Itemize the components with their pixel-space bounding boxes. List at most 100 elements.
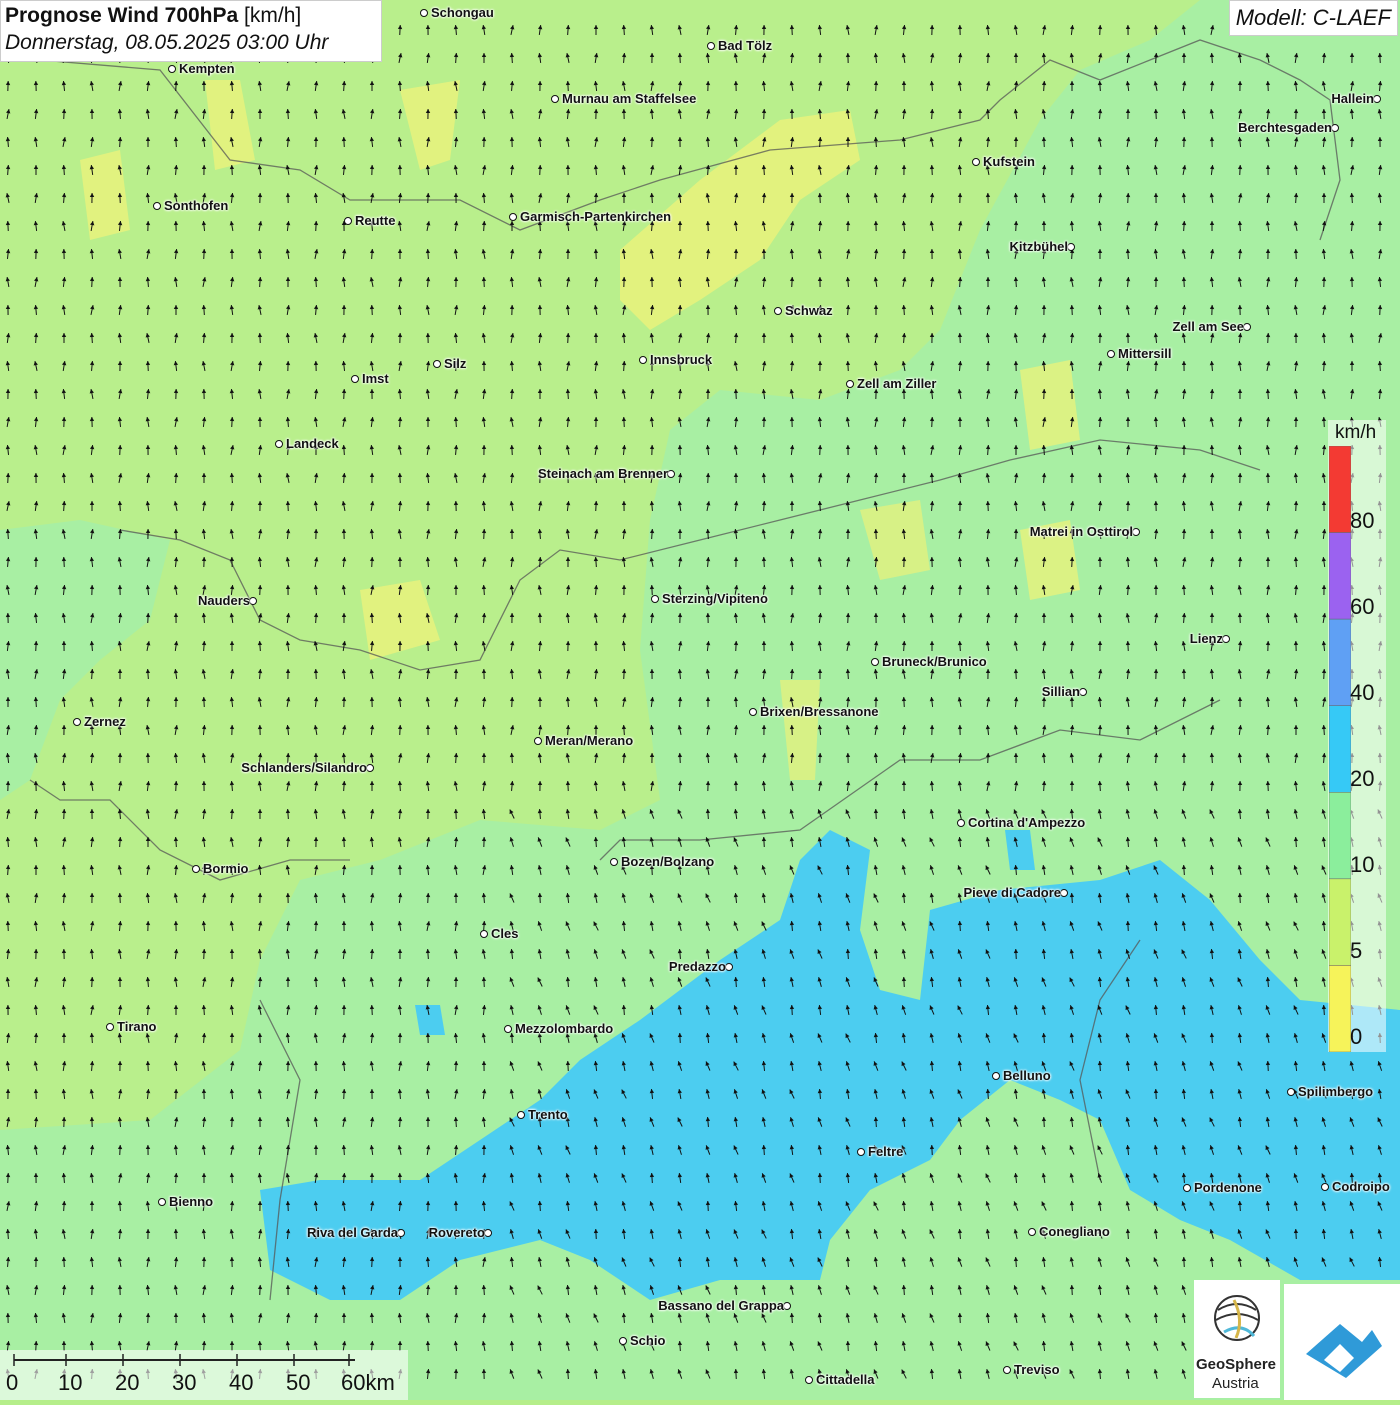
city-marker[interactable]	[344, 217, 352, 225]
city-label: Garmisch-Partenkirchen	[520, 209, 671, 224]
city-marker[interactable]	[1003, 1366, 1011, 1374]
city-marker[interactable]	[707, 42, 715, 50]
legend-swatch	[1329, 879, 1351, 966]
city-label: Nauders	[198, 593, 250, 608]
city-marker[interactable]	[1028, 1228, 1036, 1236]
city-label: Sillian	[1042, 684, 1080, 699]
city-label: Murnau am Staffelsee	[562, 91, 696, 106]
city-marker[interactable]	[249, 597, 257, 605]
city-marker[interactable]	[783, 1302, 791, 1310]
city-label: Pordenone	[1194, 1180, 1262, 1195]
city-marker[interactable]	[484, 1229, 492, 1237]
city-marker[interactable]	[73, 718, 81, 726]
legend-swatch	[1329, 619, 1351, 706]
city-label: Steinach am Brenner	[538, 466, 668, 481]
city-marker[interactable]	[397, 1229, 405, 1237]
city-marker[interactable]	[610, 858, 618, 866]
city-marker[interactable]	[1243, 323, 1251, 331]
city-marker[interactable]	[871, 658, 879, 666]
geosphere-logo-subtext: Austria	[1212, 1375, 1259, 1392]
city-label: Riva del Garda	[307, 1225, 398, 1240]
city-label: Cittadella	[816, 1372, 875, 1387]
city-label: Treviso	[1014, 1362, 1060, 1377]
city-label: Cortina d'Ampezzo	[968, 815, 1085, 830]
city-label: Schwaz	[785, 303, 833, 318]
legend-bar	[1329, 446, 1351, 1052]
city-marker[interactable]	[749, 708, 757, 716]
city-marker[interactable]	[192, 865, 200, 873]
city-marker[interactable]	[1222, 635, 1230, 643]
city-marker[interactable]	[846, 380, 854, 388]
city-marker[interactable]	[639, 356, 647, 364]
city-marker[interactable]	[725, 963, 733, 971]
city-marker[interactable]	[774, 307, 782, 315]
city-marker[interactable]	[1079, 688, 1087, 696]
city-label: Sterzing/Vipiteno	[662, 591, 768, 606]
city-marker[interactable]	[805, 1376, 813, 1384]
scale-label: 50	[286, 1370, 310, 1396]
city-label: Belluno	[1003, 1068, 1051, 1083]
app-cloud-icon	[1284, 1284, 1400, 1400]
legend-swatch	[1329, 706, 1351, 793]
city-marker[interactable]	[957, 819, 965, 827]
city-label: Kitzbühel	[1010, 239, 1069, 254]
city-label: Schio	[630, 1333, 665, 1348]
city-label: Zell am Ziller	[857, 376, 936, 391]
city-label: Matrei in Osttirol	[1030, 524, 1133, 539]
geosphere-logo-text: GeoSphere	[1196, 1356, 1276, 1373]
city-marker[interactable]	[1287, 1088, 1295, 1096]
city-label: Pieve di Cadore	[963, 885, 1061, 900]
scale-label: 60km	[341, 1370, 395, 1396]
city-marker[interactable]	[857, 1148, 865, 1156]
city-marker[interactable]	[1183, 1184, 1191, 1192]
city-marker[interactable]	[504, 1025, 512, 1033]
scale-label: 0	[6, 1370, 18, 1396]
city-marker[interactable]	[351, 375, 359, 383]
wind-zone-calm	[1020, 360, 1080, 450]
city-marker[interactable]	[168, 65, 176, 73]
city-marker[interactable]	[1132, 528, 1140, 536]
city-marker[interactable]	[619, 1337, 627, 1345]
city-marker[interactable]	[366, 764, 374, 772]
city-marker[interactable]	[1060, 889, 1068, 897]
city-marker[interactable]	[106, 1023, 114, 1031]
map-title-unit: [km/h]	[244, 4, 301, 27]
city-marker[interactable]	[153, 202, 161, 210]
city-marker[interactable]	[1321, 1183, 1329, 1191]
city-label: Innsbruck	[650, 352, 712, 367]
city-marker[interactable]	[1107, 350, 1115, 358]
city-label: Brixen/Bressanone	[760, 704, 879, 719]
weather-app-logo[interactable]	[1284, 1284, 1400, 1400]
city-label: Mezzolombardo	[515, 1021, 613, 1036]
city-label: Bassano del Grappa	[658, 1298, 784, 1313]
city-label: Sonthofen	[164, 198, 228, 213]
city-marker[interactable]	[992, 1072, 1000, 1080]
city-marker[interactable]	[433, 360, 441, 368]
city-marker[interactable]	[551, 95, 559, 103]
city-marker[interactable]	[1067, 243, 1075, 251]
city-marker[interactable]	[1331, 124, 1339, 132]
city-label: Bozen/Bolzano	[621, 854, 714, 869]
city-marker[interactable]	[275, 440, 283, 448]
city-marker[interactable]	[1373, 95, 1381, 103]
city-marker[interactable]	[158, 1198, 166, 1206]
city-marker[interactable]	[517, 1111, 525, 1119]
legend-swatch	[1329, 446, 1351, 533]
city-marker[interactable]	[480, 930, 488, 938]
city-marker[interactable]	[667, 470, 675, 478]
city-label: Silz	[444, 356, 466, 371]
city-label: Bormio	[203, 861, 249, 876]
city-marker[interactable]	[509, 213, 517, 221]
city-label: Reutte	[355, 213, 395, 228]
city-marker[interactable]	[420, 9, 428, 17]
legend-label: 0	[1350, 1024, 1362, 1050]
city-label: Zell am See	[1172, 319, 1244, 334]
city-marker[interactable]	[651, 595, 659, 603]
city-label: Imst	[362, 371, 389, 386]
city-marker[interactable]	[534, 737, 542, 745]
city-label: Kempten	[179, 61, 235, 76]
city-marker[interactable]	[972, 158, 980, 166]
city-label: Bruneck/Brunico	[882, 654, 987, 669]
wind-zone-strong	[415, 1005, 445, 1035]
legend-label: 60	[1350, 594, 1374, 620]
